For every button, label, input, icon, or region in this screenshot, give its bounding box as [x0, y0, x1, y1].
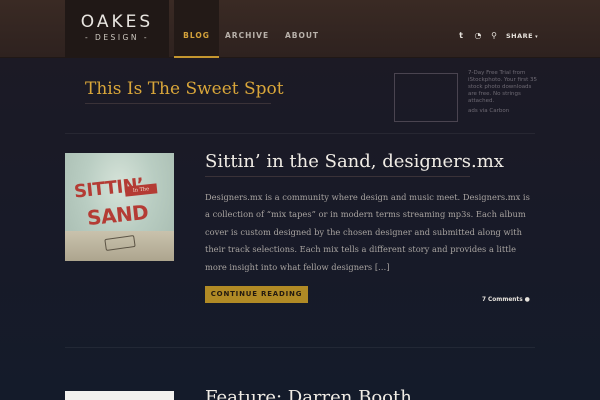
- twitter-icon[interactable]: t: [455, 30, 467, 42]
- nav-item-archive[interactable]: ARCHIVE: [225, 0, 269, 58]
- search-icon[interactable]: ⚲: [488, 30, 500, 42]
- post-title[interactable]: Feature: Darren Booth: [205, 387, 412, 400]
- site-logo[interactable]: OAKES - DESIGN -: [65, 0, 169, 58]
- ad-text[interactable]: 7-Day Free Trial from iStockphoto. Your …: [468, 70, 538, 105]
- site-header: OAKES - DESIGN - BLOG ARCHIVE ABOUT t ◔ …: [0, 0, 600, 58]
- post-excerpt: Designers.mx is a community where design…: [205, 192, 530, 272]
- rss-icon[interactable]: ◔: [472, 30, 484, 42]
- post-title[interactable]: Sittin’ in the Sand, designers.mx: [205, 151, 504, 177]
- section-divider: [65, 133, 535, 134]
- sweet-spot-title: This Is The Sweet Spot: [85, 79, 284, 104]
- chevron-down-icon: ▾: [535, 34, 539, 40]
- section-divider: [65, 347, 535, 348]
- share-label: SHARE: [506, 32, 534, 40]
- comment-bubble-icon: ●: [524, 296, 530, 303]
- nav-item-about[interactable]: ABOUT: [283, 0, 321, 58]
- post-thumbnail[interactable]: SITTIN’ In The SAND: [65, 153, 174, 261]
- nav-item-blog[interactable]: BLOG: [174, 0, 219, 58]
- post-thumbnail[interactable]: [65, 391, 174, 400]
- thumbnail-word: SAND: [85, 199, 150, 231]
- ad-image[interactable]: [394, 73, 458, 122]
- logo-wordmark: OAKES: [80, 12, 154, 32]
- thumbnail-tag: In The: [124, 183, 158, 197]
- ad-via-label[interactable]: ads via Carbon: [468, 108, 509, 114]
- comments-link[interactable]: 7 Comments ●: [482, 296, 530, 303]
- share-menu[interactable]: SHARE ▾: [506, 30, 538, 42]
- continue-reading-button[interactable]: CONTINUE READING: [205, 286, 308, 303]
- logo-subtitle: - DESIGN -: [84, 33, 150, 42]
- comments-count: 7 Comments: [482, 297, 523, 303]
